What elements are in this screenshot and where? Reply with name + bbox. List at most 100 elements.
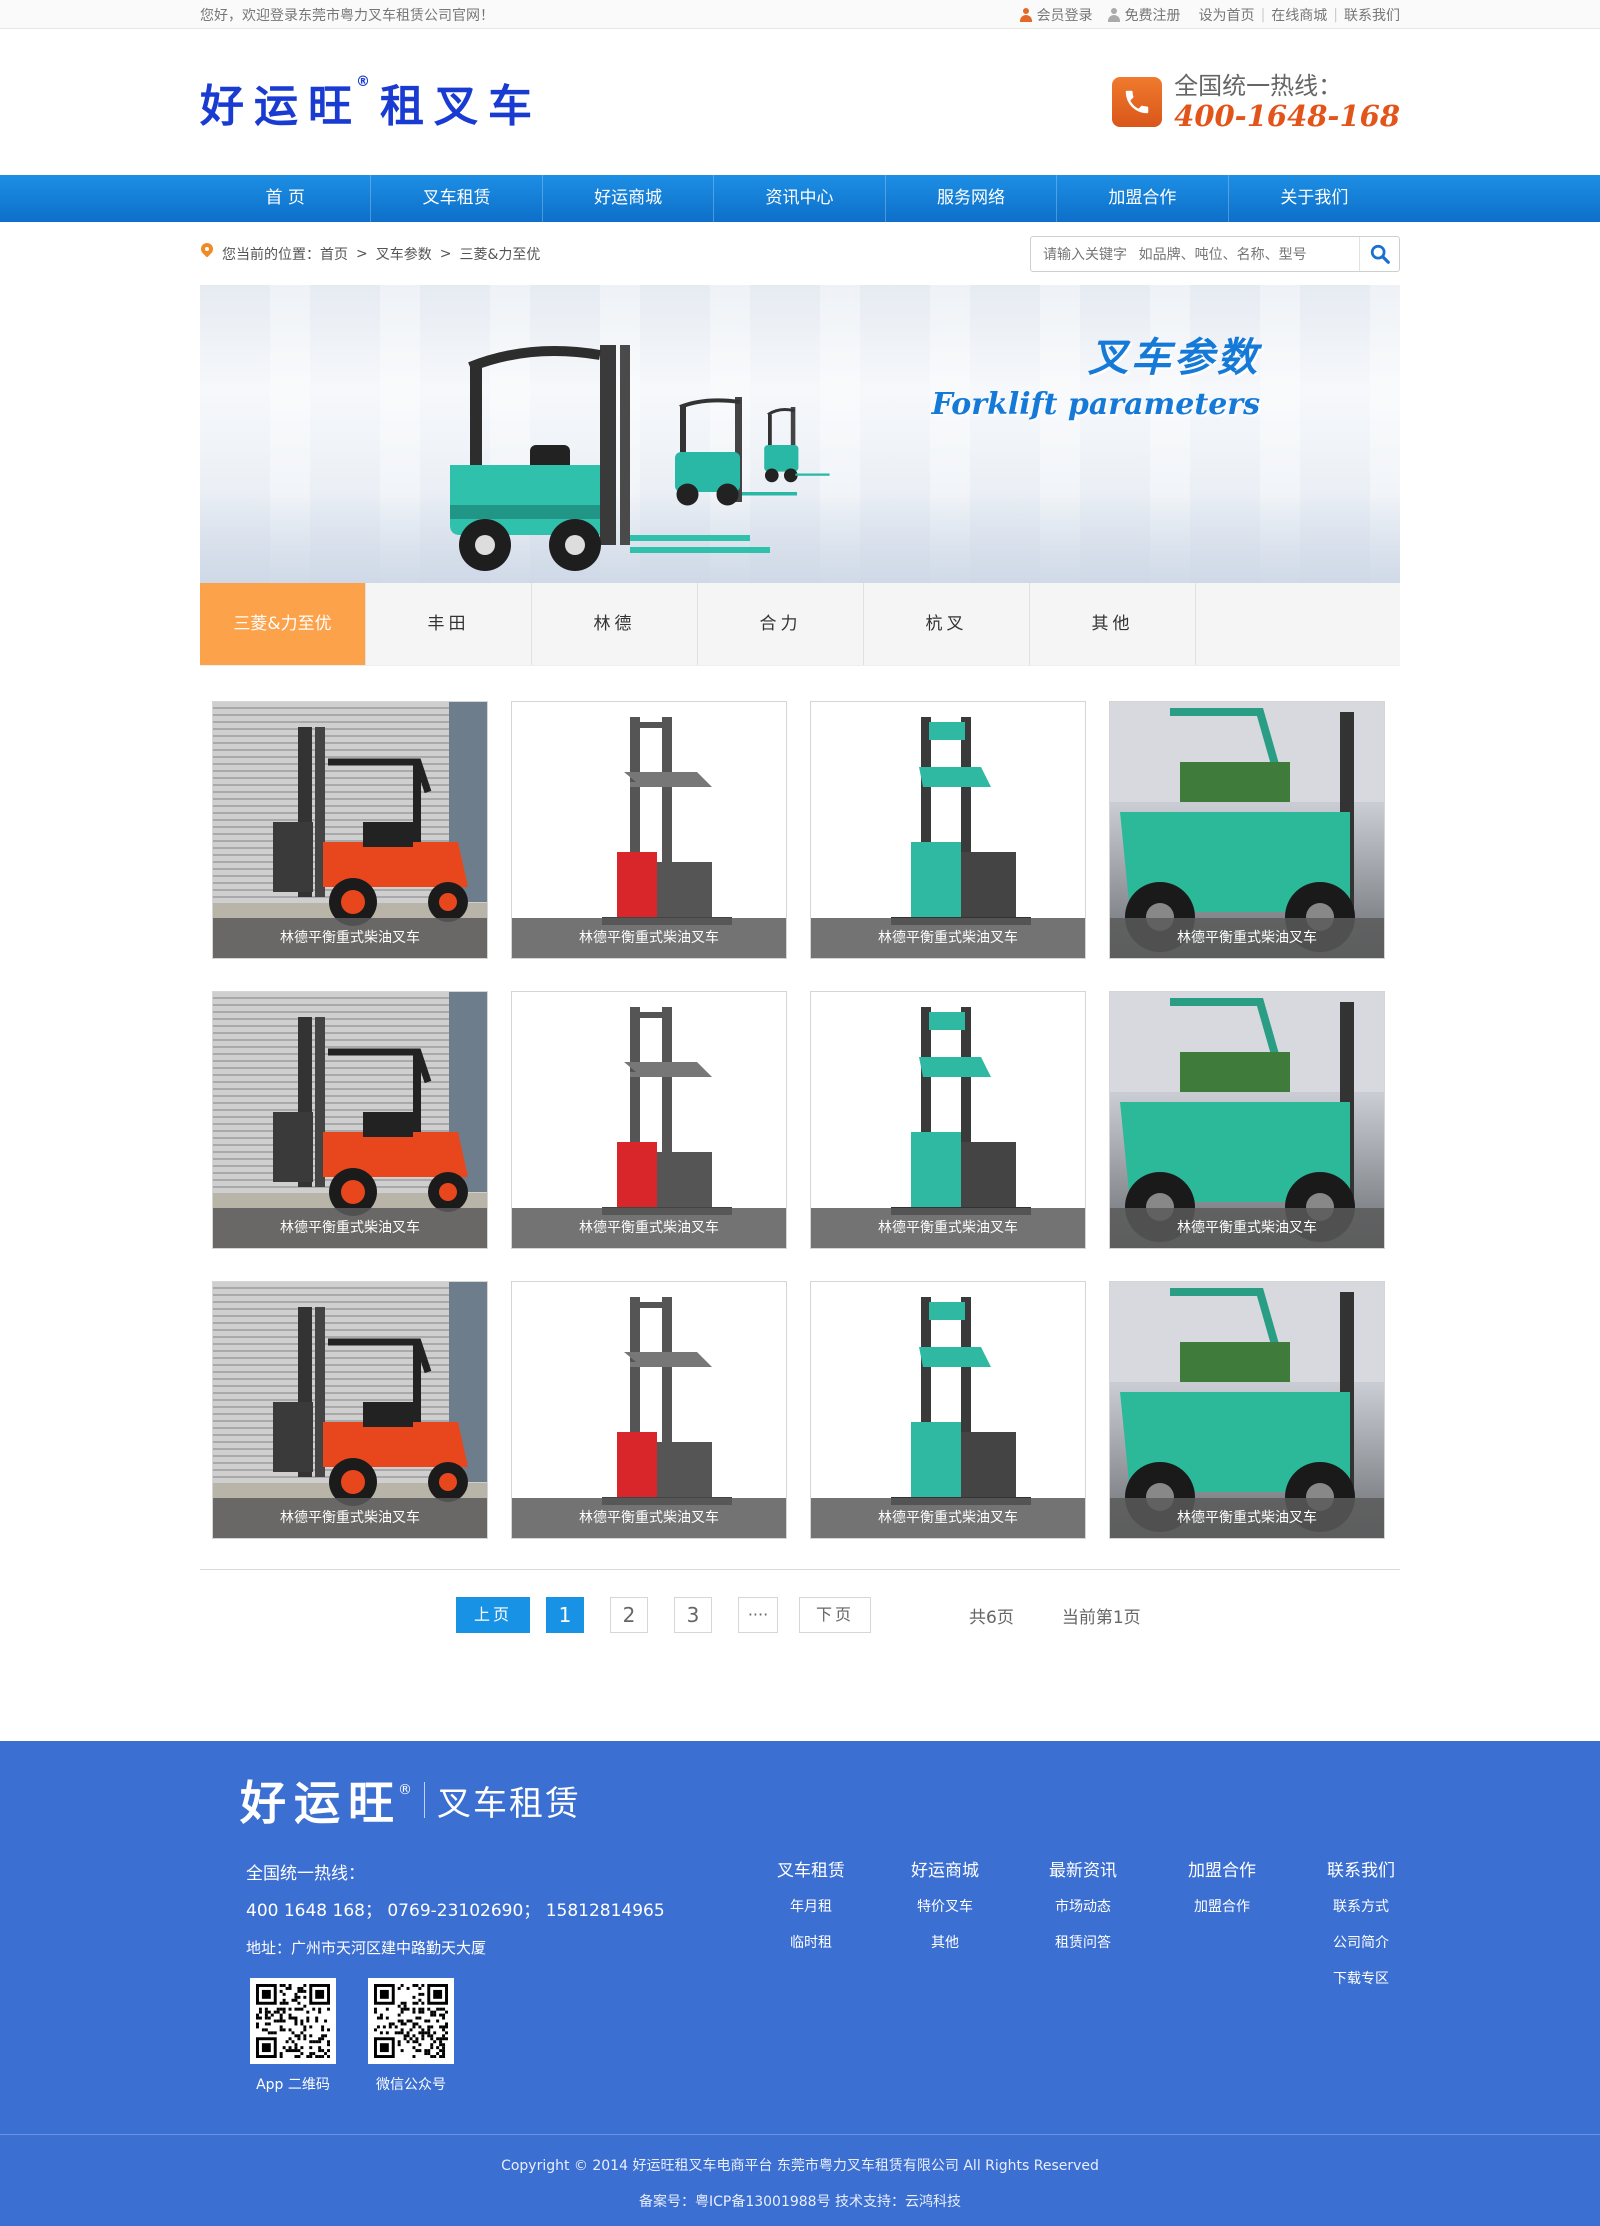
product-caption: 林德平衡重式柴油叉车 <box>1110 1498 1384 1538</box>
footer-link[interactable]: 公司简介 <box>1291 1925 1431 1961</box>
product-caption: 林德平衡重式柴油叉车 <box>213 1208 487 1248</box>
product-card[interactable]: 林德平衡重式柴油叉车 <box>511 701 787 959</box>
product-card[interactable]: 林德平衡重式柴油叉车 <box>1109 701 1385 959</box>
tab-heli[interactable]: 合力 <box>698 583 864 665</box>
footer-address: 地址：广州市天河区建中路勤天大厦 <box>246 1939 487 1957</box>
footer-column: 最新资讯 市场动态 租赁问答 <box>1013 1853 1153 1997</box>
footer-contact: 全国统一热线： 400 1648 168； 0769-23102690； 158… <box>246 1856 665 1967</box>
tab-linde[interactable]: 林德 <box>532 583 698 665</box>
tab-toyota[interactable]: 丰田 <box>366 583 532 665</box>
page-1-button[interactable]: 1 <box>546 1597 584 1633</box>
site-logo[interactable]: 好运旺 ® 租叉车 <box>200 70 542 134</box>
nav-home[interactable]: 首 页 <box>200 175 372 222</box>
product-card[interactable]: 林德平衡重式柴油叉车 <box>511 991 787 1249</box>
product-card[interactable]: 林德平衡重式柴油叉车 <box>1109 991 1385 1249</box>
qr-app: App 二维码 <box>250 1978 336 2094</box>
footer-column-heading[interactable]: 叉车租赁 <box>745 1853 877 1889</box>
page-3-button[interactable]: 3 <box>674 1597 712 1633</box>
set-homepage-link[interactable]: 设为首页 <box>1199 5 1255 25</box>
divider <box>200 1569 1400 1570</box>
prev-page-button[interactable]: 上页 <box>456 1597 530 1633</box>
footer-link[interactable]: 租赁问答 <box>1013 1925 1153 1961</box>
page-ellipsis: ···· <box>738 1597 778 1633</box>
top-bar: 您好，欢迎登录东莞市粤力叉车租赁公司官网！ 会员登录 免费注册 设为首页 | 在… <box>0 0 1600 29</box>
qr-codes: App 二维码 微信公众号 <box>250 1978 454 2094</box>
qr-code-icon <box>250 1978 336 2064</box>
nav-mall[interactable]: 好运商城 <box>543 175 715 222</box>
nav-forklift-rental[interactable]: 叉车租赁 <box>371 175 543 222</box>
product-card[interactable]: 林德平衡重式柴油叉车 <box>810 991 1086 1249</box>
footer-column: 好运商城 特价叉车 其他 <box>877 1853 1013 1997</box>
footer-link[interactable]: 下载专区 <box>1291 1961 1431 1997</box>
search-icon <box>1370 244 1390 264</box>
auth-links: 会员登录 免费注册 <box>1019 5 1181 25</box>
main-nav: 首 页 叉车租赁 好运商城 资讯中心 服务网络 加盟合作 关于我们 <box>0 175 1600 222</box>
qr-wechat: 微信公众号 <box>368 1978 454 2094</box>
header: 好运旺 ® 租叉车 全国统一热线： 400-1648-168 <box>0 29 1600 175</box>
nav-franchise[interactable]: 加盟合作 <box>1057 175 1229 222</box>
crumb-home[interactable]: 首页 <box>320 244 348 264</box>
tab-mitsubishi[interactable]: 三菱&力至优 <box>200 583 366 665</box>
footer-link[interactable]: 年月租 <box>745 1889 877 1925</box>
product-caption: 林德平衡重式柴油叉车 <box>213 918 487 958</box>
hotline-number: 400-1648-168 <box>1174 99 1400 133</box>
separator: | <box>1333 6 1338 23</box>
product-card[interactable]: 林德平衡重式柴油叉车 <box>212 701 488 959</box>
product-card[interactable]: 林德平衡重式柴油叉车 <box>1109 1281 1385 1539</box>
brand-tabs: 三菱&力至优 丰田 林德 合力 杭叉 其他 <box>200 583 1400 666</box>
nav-service-network[interactable]: 服务网络 <box>886 175 1058 222</box>
online-mall-link[interactable]: 在线商城 <box>1271 5 1327 25</box>
contact-us-link[interactable]: 联系我们 <box>1344 5 1400 25</box>
product-card[interactable]: 林德平衡重式柴油叉车 <box>212 1281 488 1539</box>
user-icon <box>1019 7 1033 22</box>
footer-column-heading[interactable]: 好运商城 <box>877 1853 1013 1889</box>
footer-link[interactable]: 市场动态 <box>1013 1889 1153 1925</box>
product-grid: 林德平衡重式柴油叉车 林德平衡重式柴油叉车 林德平衡重式柴油叉车 林德平衡重式柴 <box>200 701 1400 1539</box>
product-caption: 林德平衡重式柴油叉车 <box>512 918 786 958</box>
forklift-illustration <box>450 345 830 571</box>
product-card[interactable]: 林德平衡重式柴油叉车 <box>511 1281 787 1539</box>
footer-link[interactable]: 临时租 <box>745 1925 877 1961</box>
hotline-label: 全国统一热线： <box>1174 72 1343 100</box>
footer-column: 叉车租赁 年月租 临时租 <box>745 1853 877 1997</box>
banner-title-cn: 叉车参数 <box>1088 334 1260 381</box>
location-pin-icon <box>200 243 214 265</box>
product-card[interactable]: 林德平衡重式柴油叉车 <box>810 701 1086 959</box>
user-add-icon <box>1107 7 1121 22</box>
next-page-button[interactable]: 下页 <box>799 1597 871 1633</box>
footer-column-heading[interactable]: 加盟合作 <box>1153 1853 1291 1889</box>
search-input[interactable] <box>1031 236 1359 271</box>
page-2-button[interactable]: 2 <box>610 1597 648 1633</box>
footer-link[interactable]: 特价叉车 <box>877 1889 1013 1925</box>
register-link[interactable]: 免费注册 <box>1107 5 1181 25</box>
login-link[interactable]: 会员登录 <box>1019 5 1093 25</box>
product-caption: 林德平衡重式柴油叉车 <box>512 1498 786 1538</box>
phone-icon <box>1112 77 1163 127</box>
search-button[interactable] <box>1359 236 1399 271</box>
footer-link[interactable]: 其他 <box>877 1925 1013 1961</box>
top-links: 设为首页 | 在线商城 | 联系我们 <box>1199 5 1400 25</box>
footer-link[interactable]: 加盟合作 <box>1153 1889 1291 1925</box>
footer-link[interactable]: 联系方式 <box>1291 1889 1431 1925</box>
crumb-params[interactable]: 叉车参数 <box>376 244 432 264</box>
banner-title-en: Forklift parameters <box>931 387 1260 422</box>
tab-hangcha[interactable]: 杭叉 <box>864 583 1030 665</box>
footer-column-heading[interactable]: 最新资讯 <box>1013 1853 1153 1889</box>
footer-phones: 400 1648 168； 0769-23102690； 15812814965 <box>246 1901 665 1921</box>
tab-other[interactable]: 其他 <box>1030 583 1196 665</box>
product-caption: 林德平衡重式柴油叉车 <box>811 918 1085 958</box>
product-card[interactable]: 林德平衡重式柴油叉车 <box>810 1281 1086 1539</box>
product-card[interactable]: 林德平衡重式柴油叉车 <box>212 991 488 1249</box>
product-caption: 林德平衡重式柴油叉车 <box>512 1208 786 1248</box>
nav-about[interactable]: 关于我们 <box>1229 175 1400 222</box>
search-box <box>1030 235 1400 272</box>
product-caption: 林德平衡重式柴油叉车 <box>213 1498 487 1538</box>
footer-column-heading[interactable]: 联系我们 <box>1291 1853 1431 1889</box>
breadcrumb: 您当前的位置： 首页 > 叉车参数 > 三菱&力至优 <box>200 243 540 265</box>
footer-column: 联系我们 联系方式 公司简介 下载专区 <box>1291 1853 1431 1997</box>
copyright: Copyright © 2014 好运旺租叉车电商平台 东莞市粤力叉车租赁有限公… <box>0 2134 1600 2226</box>
footer-columns: 叉车租赁 年月租 临时租 好运商城 特价叉车 其他 最新资讯 市场动态 租赁问答 加盟合作 加盟合作… <box>745 1853 1431 1997</box>
hotline: 全国统一热线： 400-1648-168 <box>1112 72 1400 132</box>
nav-news[interactable]: 资讯中心 <box>714 175 886 222</box>
top-right: 会员登录 免费注册 设为首页 | 在线商城 | 联系我们 <box>1019 5 1400 25</box>
